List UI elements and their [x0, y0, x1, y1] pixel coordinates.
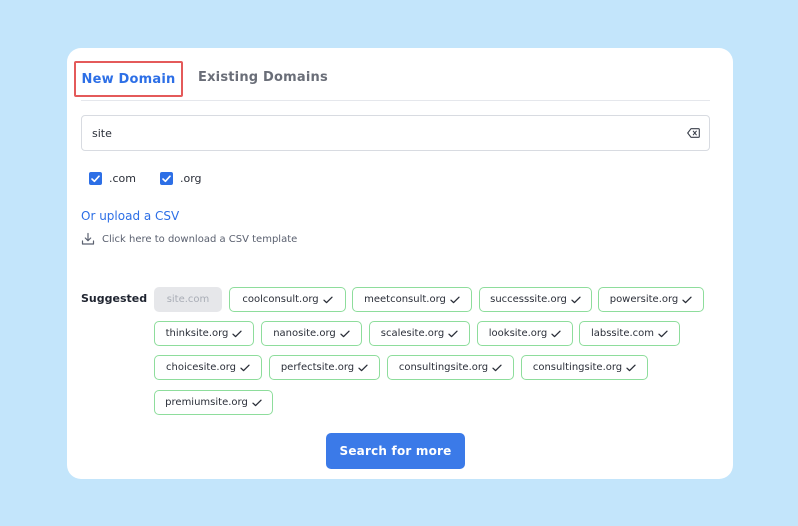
- domain-chip[interactable]: labssite.com: [579, 321, 680, 346]
- chip-text: looksite.org: [488, 328, 548, 339]
- upload-csv-link[interactable]: Or upload a CSV: [81, 209, 179, 223]
- download-csv-template-text: Click here to download a CSV template: [102, 233, 298, 245]
- suggested-label: Suggested: [81, 292, 148, 305]
- checkmark-icon: [658, 330, 668, 338]
- domain-search-input[interactable]: [92, 116, 672, 150]
- checkmark-icon: [450, 296, 460, 304]
- chip-text: coolconsult.org: [242, 294, 319, 305]
- domain-chip[interactable]: premiumsite.org: [154, 390, 273, 415]
- domain-chip[interactable]: consultingsite.org: [521, 355, 648, 380]
- domain-chip[interactable]: choicesite.org: [154, 355, 262, 380]
- domain-chip-unavailable: site.com: [154, 287, 222, 312]
- domain-chip[interactable]: nanosite.org: [261, 321, 362, 346]
- chip-text: nanosite.org: [273, 328, 336, 339]
- tab-bar: New Domain Existing Domains: [74, 48, 710, 101]
- tab-existing-domains[interactable]: Existing Domains: [198, 70, 328, 85]
- checkmark-icon: [358, 364, 368, 372]
- checkmark-icon: [551, 330, 561, 338]
- checkmark-icon: [571, 296, 581, 304]
- chip-text: powersite.org: [609, 294, 679, 305]
- chip-text: perfectsite.org: [280, 362, 355, 373]
- chip-text: scalesite.org: [380, 328, 445, 339]
- checkbox-org[interactable]: .org: [160, 172, 202, 185]
- domain-chip[interactable]: powersite.org: [598, 287, 704, 312]
- chip-text: premiumsite.org: [165, 397, 248, 408]
- clear-input-icon[interactable]: [686, 126, 700, 140]
- checkmark-icon: [492, 364, 502, 372]
- checkbox-checked-icon[interactable]: [89, 172, 102, 185]
- chip-text: choicesite.org: [165, 362, 237, 373]
- chip-text: labssite.com: [590, 328, 655, 339]
- domain-chip[interactable]: looksite.org: [477, 321, 573, 346]
- chip-text: site.com: [166, 294, 210, 305]
- domain-search-box: [81, 115, 710, 151]
- chip-text: thinksite.org: [165, 328, 229, 339]
- domain-chip[interactable]: meetconsult.org: [352, 287, 472, 312]
- checkbox-com[interactable]: .com: [89, 172, 136, 185]
- checkmark-icon: [322, 296, 333, 304]
- checkmark-icon: [448, 330, 458, 338]
- checkmark-icon: [340, 330, 350, 338]
- domain-chip[interactable]: consultingsite.org: [387, 355, 514, 380]
- chip-text: consultingsite.org: [398, 362, 489, 373]
- chip-text: meetconsult.org: [364, 294, 446, 305]
- checkbox-checked-icon[interactable]: [160, 172, 173, 185]
- checkmark-icon: [626, 364, 636, 372]
- domain-chip[interactable]: perfectsite.org: [269, 355, 380, 380]
- domain-chip[interactable]: coolconsult.org: [229, 287, 346, 312]
- checkmark-icon: [252, 399, 262, 407]
- checkmark-icon: [682, 296, 692, 304]
- domain-chip[interactable]: successsite.org: [479, 287, 592, 312]
- chip-text: consultingsite.org: [532, 362, 623, 373]
- domain-chip[interactable]: scalesite.org: [369, 321, 470, 346]
- chip-text: successsite.org: [490, 294, 567, 305]
- domain-chip[interactable]: thinksite.org: [154, 321, 254, 346]
- download-icon: [81, 232, 95, 246]
- checkmark-icon: [240, 364, 250, 372]
- checkbox-org-label: .org: [180, 172, 202, 185]
- checkbox-com-label: .com: [109, 172, 136, 185]
- checkmark-icon: [232, 330, 243, 338]
- domain-search-card: New Domain Existing Domains .com .org Or…: [67, 48, 733, 479]
- extension-checkboxes: .com .org: [89, 172, 226, 185]
- search-for-more-button[interactable]: Search for more: [326, 433, 465, 469]
- download-csv-template-link[interactable]: Click here to download a CSV template: [81, 232, 297, 246]
- tab-new-domain[interactable]: New Domain: [74, 61, 183, 97]
